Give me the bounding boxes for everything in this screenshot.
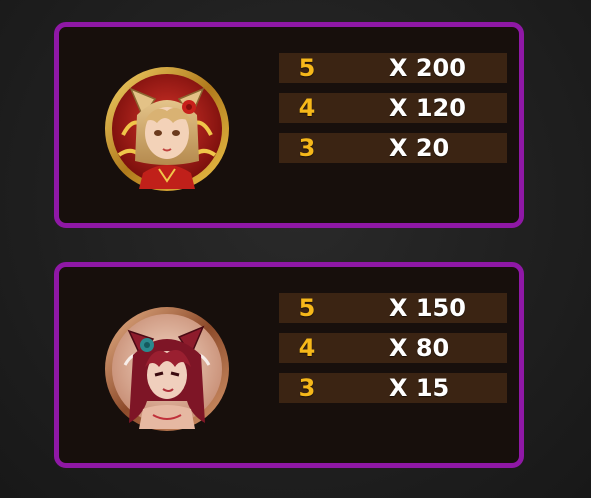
paytable-card-2: 5 X 150 4 X 80 3 X 15 <box>54 262 524 468</box>
symbol-count: 3 <box>298 374 316 402</box>
pay-row: 5 X 200 <box>279 53 507 83</box>
payout-multiplier: X 120 <box>389 94 466 122</box>
payout-multiplier: X 200 <box>389 54 466 82</box>
pay-table: 5 X 200 4 X 120 3 X 20 <box>279 53 507 173</box>
payout-multiplier: X 150 <box>389 294 466 322</box>
payout-multiplier: X 80 <box>389 334 450 362</box>
pay-row: 5 X 150 <box>279 293 507 323</box>
payout-multiplier: X 20 <box>389 134 450 162</box>
symbol-count: 3 <box>298 134 316 162</box>
symbol-count: 5 <box>298 294 316 322</box>
pay-row: 4 X 80 <box>279 333 507 363</box>
symbol-count: 4 <box>298 334 316 362</box>
pay-row: 3 X 20 <box>279 133 507 163</box>
redhead-fox-girl-icon <box>103 305 231 433</box>
paytable-card-1: 5 X 200 4 X 120 3 X 20 <box>54 22 524 228</box>
symbol-count: 5 <box>298 54 316 82</box>
pay-table: 5 X 150 4 X 80 3 X 15 <box>279 293 507 413</box>
payout-multiplier: X 15 <box>389 374 450 402</box>
symbol-count: 4 <box>298 94 316 122</box>
pay-row: 4 X 120 <box>279 93 507 123</box>
pay-row: 3 X 15 <box>279 373 507 403</box>
blonde-fox-girl-icon <box>103 65 231 193</box>
